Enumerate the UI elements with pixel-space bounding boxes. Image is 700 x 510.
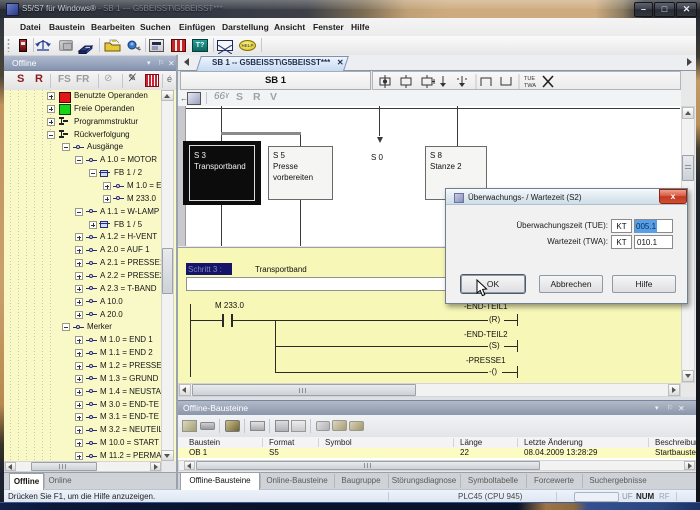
svg-text:TWA: TWA (524, 83, 536, 89)
svg-text:TUE: TUE (524, 76, 535, 82)
